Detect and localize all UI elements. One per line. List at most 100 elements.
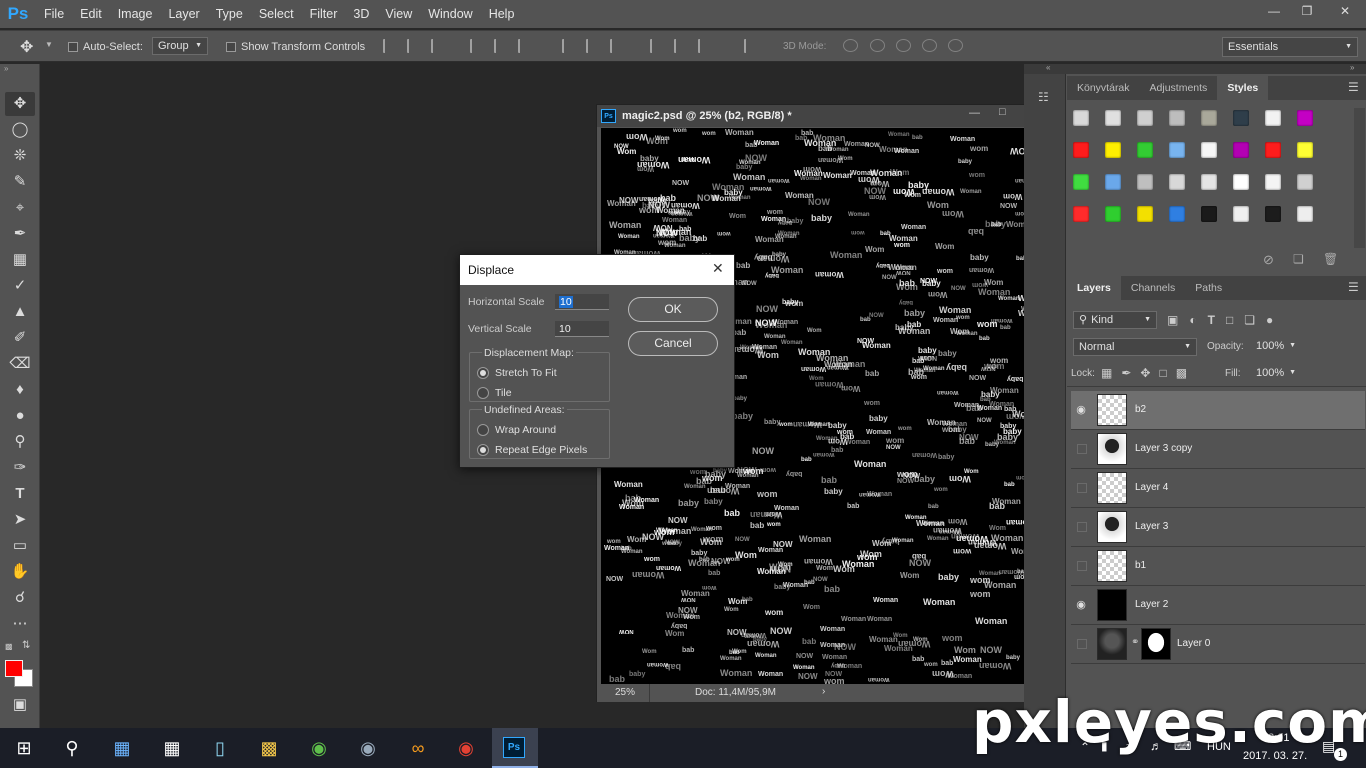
lock-all-icon[interactable]: ▩ [1176,366,1187,380]
zoom-icon[interactable]: ☌ [8,587,32,609]
style-swatch[interactable] [1105,174,1121,190]
style-swatch[interactable] [1201,142,1217,158]
control-panel-icon[interactable]: ▦ [108,734,136,762]
layer-row[interactable]: b1 [1071,547,1365,586]
menu-type[interactable]: Type [208,0,251,28]
align-icon[interactable] [383,39,395,53]
status-menu-chevron-icon[interactable]: › [822,686,825,697]
layer-row[interactable]: Layer 3 copy [1071,430,1365,469]
visibility-toggle[interactable] [1077,561,1087,571]
hand-icon[interactable]: ✋ [8,561,32,583]
dialog-close-icon[interactable]: ✕ [712,260,724,277]
auto-select-dropdown[interactable]: Group ▼ [152,37,208,55]
style-swatch[interactable] [1105,110,1121,126]
lasso-icon[interactable]: ❊ [8,145,32,167]
pixel-filter-icon[interactable]: ▣ [1167,313,1178,327]
tab-k-nyvt-rak[interactable]: Könyvtárak [1067,76,1140,100]
new-style-icon[interactable]: ❏ [1293,252,1304,266]
show-transform-check-icon[interactable] [226,42,236,52]
tool-preset-chevron-icon[interactable]: ▼ [45,40,53,49]
cancel-button[interactable]: Cancel [628,331,718,356]
radio-stretch-to-fit[interactable]: Stretch To Fit [477,363,557,383]
style-swatch[interactable] [1073,206,1089,222]
layers-panel-menu-icon[interactable]: ☰ [1348,280,1359,294]
menu-window[interactable]: Window [420,0,480,28]
style-swatch[interactable] [1265,174,1281,190]
quick-selection-icon[interactable]: ✎ [8,171,32,193]
tab-channels[interactable]: Channels [1121,276,1185,300]
photoshop-taskbar-icon[interactable]: Ps [503,737,525,758]
radio-wrap-around[interactable]: Wrap Around [477,420,587,440]
style-swatch[interactable] [1137,174,1153,190]
calculator-icon[interactable]: ▦ [158,734,186,762]
eyedropper-icon[interactable]: ✒ [8,223,32,245]
auto-select-check-icon[interactable] [68,42,78,52]
style-swatch[interactable] [1169,110,1185,126]
style-swatch[interactable] [1233,206,1249,222]
vertical-scale-input[interactable]: 10 [555,321,609,337]
style-swatch[interactable] [1105,142,1121,158]
align-icon[interactable] [494,39,506,53]
more-tools-icon[interactable]: ⋯ [8,613,32,635]
ok-button[interactable]: OK [628,297,718,322]
rectangle-icon[interactable]: ▭ [8,535,32,557]
style-swatch[interactable] [1073,174,1089,190]
crop-icon[interactable]: ⌖ [8,197,32,219]
elliptical-marquee-icon[interactable]: ◯ [8,119,32,141]
adjustment-filter-icon[interactable]: ◐ [1189,313,1196,327]
radio-button-icon[interactable] [477,444,489,456]
show-transform-checkbox[interactable]: Show Transform Controls [226,41,365,53]
style-swatch[interactable] [1265,206,1281,222]
minimize-icon[interactable]: — [1257,0,1291,22]
menu-select[interactable]: Select [251,0,302,28]
radio-button-icon[interactable] [477,387,489,399]
style-swatch[interactable] [1265,110,1281,126]
move-tool-icon[interactable]: ✥ [8,93,32,115]
dodge-icon[interactable]: ⚲ [8,431,32,453]
type-tool-icon[interactable]: T [8,483,32,505]
visibility-toggle[interactable] [1077,522,1087,532]
layer-row[interactable]: ◉ Layer 2 [1071,586,1365,625]
brush-icon[interactable]: ✓ [8,275,32,297]
collapse-icon[interactable]: » [4,64,8,73]
style-swatch[interactable] [1073,110,1089,126]
file-explorer-icon[interactable]: ▩ [255,734,283,762]
lock-transparent-icon[interactable]: ▦ [1101,366,1112,380]
align-icon[interactable] [407,39,419,53]
blend-mode-dropdown[interactable]: Normal ▼ [1073,338,1197,356]
style-swatch[interactable] [1169,142,1185,158]
align-icon[interactable] [518,39,530,53]
style-swatch[interactable] [1233,142,1249,158]
menu-3d[interactable]: 3D [345,0,377,28]
lock-position-icon[interactable]: ✥ [1140,366,1150,380]
fill-field[interactable]: 100% ▼ [1251,365,1301,383]
utorrent-icon[interactable]: ◉ [305,734,333,762]
menu-filter[interactable]: Filter [302,0,346,28]
3d-mode-icon[interactable] [948,39,963,52]
path-selection-icon[interactable]: ➤ [8,509,32,531]
visibility-toggle[interactable] [1077,639,1087,649]
filter-toggle-icon[interactable]: ● [1266,313,1273,327]
doc-maximize-icon[interactable]: □ [999,106,1006,118]
align-icon[interactable] [744,39,756,53]
delete-style-icon[interactable]: 🗑 [1323,252,1338,266]
3d-mode-icon[interactable] [896,39,911,52]
style-swatch[interactable] [1137,206,1153,222]
lock-artboard-icon[interactable]: □ [1159,366,1166,380]
eye-icon[interactable]: ◉ [1075,598,1087,611]
layer-row[interactable]: Layer 4 [1071,469,1365,508]
layer-mask-thumbnail[interactable] [1141,628,1171,660]
collapse-right-icon[interactable]: » [1350,63,1354,72]
layer-row[interactable]: Layer 3 [1071,508,1365,547]
style-swatch[interactable] [1297,174,1313,190]
panel-menu-icon[interactable]: ☰ [1348,80,1359,94]
style-swatch[interactable] [1265,142,1281,158]
visibility-toggle[interactable] [1077,444,1087,454]
align-icon[interactable] [470,39,482,53]
align-icon[interactable] [431,39,443,53]
dialog-titlebar[interactable]: Displace ✕ [460,255,734,285]
quick-mask-icon[interactable]: ▣ [8,694,32,716]
3d-mode-icon[interactable] [922,39,937,52]
align-icon[interactable] [586,39,598,53]
close-app-icon[interactable]: ✕ [1325,0,1365,22]
